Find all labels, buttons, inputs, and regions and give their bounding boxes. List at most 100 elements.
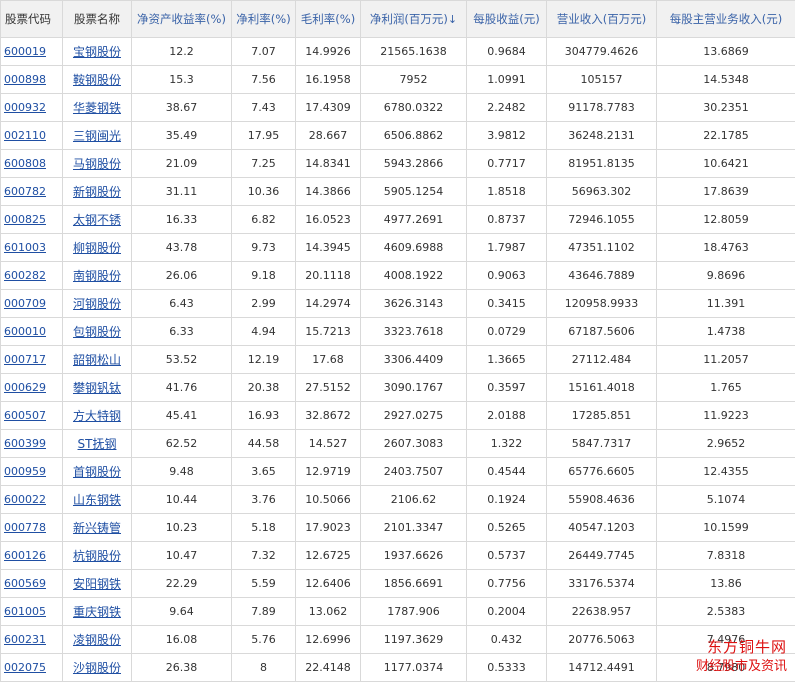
- cell-code: 002110: [1, 122, 63, 150]
- stock-name-link[interactable]: 华菱钢铁: [73, 101, 121, 115]
- stock-code-link[interactable]: 000709: [4, 297, 46, 310]
- stock-name-link[interactable]: 重庆钢铁: [73, 605, 121, 619]
- stock-code-link[interactable]: 600231: [4, 633, 46, 646]
- cell-gross-margin: 15.7213: [296, 318, 361, 346]
- stock-code-link[interactable]: 002110: [4, 129, 46, 142]
- stock-name-link[interactable]: 方大特钢: [73, 409, 121, 423]
- cell-code: 000825: [1, 206, 63, 234]
- stock-name-link[interactable]: ST抚钢: [78, 437, 117, 451]
- stock-name-link[interactable]: 沙钢股份: [73, 661, 121, 675]
- stock-name-link[interactable]: 三钢闽光: [73, 129, 121, 143]
- stock-code-link[interactable]: 600126: [4, 549, 46, 562]
- cell-roe: 15.3: [132, 66, 232, 94]
- stock-code-link[interactable]: 000898: [4, 73, 46, 86]
- stock-name-link[interactable]: 马钢股份: [73, 157, 121, 171]
- cell-gross-margin: 14.8341: [296, 150, 361, 178]
- stock-name-link[interactable]: 杭钢股份: [73, 549, 121, 563]
- table-row: 601005重庆钢铁9.647.8913.0621787.9060.200422…: [1, 598, 795, 626]
- cell-eps: 0.3597: [467, 374, 547, 402]
- stock-name-link[interactable]: 首钢股份: [73, 465, 121, 479]
- cell-code: 600126: [1, 542, 63, 570]
- stock-name-link[interactable]: 柳钢股份: [73, 241, 121, 255]
- stock-name-link[interactable]: 宝钢股份: [73, 45, 121, 59]
- cell-net-profit: 3090.1767: [361, 374, 467, 402]
- cell-name: 鞍钢股份: [63, 66, 132, 94]
- stock-name-link[interactable]: 山东钢铁: [73, 493, 121, 507]
- cell-revenue: 67187.5606: [547, 318, 657, 346]
- stock-name-link[interactable]: 凌钢股份: [73, 633, 121, 647]
- header-net-profit[interactable]: 净利润(百万元)↓: [361, 1, 467, 38]
- cell-rev-per-share: 18.4763: [657, 234, 795, 262]
- stock-code-link[interactable]: 000932: [4, 101, 46, 114]
- cell-net-margin: 5.59: [232, 570, 296, 598]
- cell-net-profit: 1177.0374: [361, 654, 467, 682]
- cell-gross-margin: 14.2974: [296, 290, 361, 318]
- cell-revenue: 81951.8135: [547, 150, 657, 178]
- stock-name-link[interactable]: 安阳钢铁: [73, 577, 121, 591]
- header-rev-per-share[interactable]: 每股主营业务收入(元): [657, 1, 795, 38]
- cell-eps: 1.7987: [467, 234, 547, 262]
- stock-code-link[interactable]: 600569: [4, 577, 46, 590]
- cell-rev-per-share: 13.6869: [657, 38, 795, 66]
- stock-name-link[interactable]: 韶钢松山: [73, 353, 121, 367]
- stock-name-link[interactable]: 新钢股份: [73, 185, 121, 199]
- stock-code-link[interactable]: 600019: [4, 45, 46, 58]
- header-eps[interactable]: 每股收益(元): [467, 1, 547, 38]
- header-net-margin[interactable]: 净利率(%): [232, 1, 296, 38]
- table-row: 601003柳钢股份43.789.7314.39454609.69881.798…: [1, 234, 795, 262]
- header-code[interactable]: 股票代码: [1, 1, 63, 38]
- stock-code-link[interactable]: 000778: [4, 521, 46, 534]
- cell-revenue: 33176.5374: [547, 570, 657, 598]
- cell-net-margin: 9.73: [232, 234, 296, 262]
- stock-code-link[interactable]: 000717: [4, 353, 46, 366]
- cell-net-margin: 7.89: [232, 598, 296, 626]
- stock-code-link[interactable]: 000825: [4, 213, 46, 226]
- stock-code-link[interactable]: 600782: [4, 185, 46, 198]
- table-row: 600010包钢股份6.334.9415.72133323.76180.0729…: [1, 318, 795, 346]
- cell-roe: 21.09: [132, 150, 232, 178]
- stock-code-link[interactable]: 600282: [4, 269, 46, 282]
- header-gross-margin[interactable]: 毛利率(%): [296, 1, 361, 38]
- stock-name-link[interactable]: 新兴铸管: [73, 521, 121, 535]
- cell-gross-margin: 10.5066: [296, 486, 361, 514]
- stock-code-link[interactable]: 600808: [4, 157, 46, 170]
- cell-code: 600019: [1, 38, 63, 66]
- stock-code-link[interactable]: 002075: [4, 661, 46, 674]
- header-name[interactable]: 股票名称: [63, 1, 132, 38]
- stock-code-link[interactable]: 000629: [4, 381, 46, 394]
- cell-revenue: 40547.1203: [547, 514, 657, 542]
- stock-code-link[interactable]: 000959: [4, 465, 46, 478]
- cell-net-margin: 16.93: [232, 402, 296, 430]
- cell-rev-per-share: 11.2057: [657, 346, 795, 374]
- cell-revenue: 20776.5063: [547, 626, 657, 654]
- cell-rev-per-share: 1.765: [657, 374, 795, 402]
- cell-name: 马钢股份: [63, 150, 132, 178]
- stock-name-link[interactable]: 鞍钢股份: [73, 73, 121, 87]
- cell-code: 600282: [1, 262, 63, 290]
- cell-name: 华菱钢铁: [63, 94, 132, 122]
- stock-name-link[interactable]: 太钢不锈: [73, 213, 121, 227]
- stock-code-link[interactable]: 600507: [4, 409, 46, 422]
- stock-name-link[interactable]: 攀钢钒钛: [73, 381, 121, 395]
- table-row: 000709河钢股份6.432.9914.29743626.31430.3415…: [1, 290, 795, 318]
- stock-name-link[interactable]: 包钢股份: [73, 325, 121, 339]
- cell-roe: 53.52: [132, 346, 232, 374]
- cell-net-margin: 5.76: [232, 626, 296, 654]
- table-row: 002110三钢闽光35.4917.9528.6676506.88623.981…: [1, 122, 795, 150]
- header-roe[interactable]: 净资产收益率(%): [132, 1, 232, 38]
- stock-code-link[interactable]: 600399: [4, 437, 46, 450]
- header-revenue[interactable]: 营业收入(百万元): [547, 1, 657, 38]
- stock-code-link[interactable]: 600022: [4, 493, 46, 506]
- stock-name-link[interactable]: 南钢股份: [73, 269, 121, 283]
- stock-name-link[interactable]: 河钢股份: [73, 297, 121, 311]
- cell-name: 安阳钢铁: [63, 570, 132, 598]
- stock-code-link[interactable]: 601003: [4, 241, 46, 254]
- cell-rev-per-share: 12.8059: [657, 206, 795, 234]
- cell-rev-per-share: 12.4355: [657, 458, 795, 486]
- stock-code-link[interactable]: 601005: [4, 605, 46, 618]
- stock-code-link[interactable]: 600010: [4, 325, 46, 338]
- cell-revenue: 120958.9933: [547, 290, 657, 318]
- cell-net-profit: 1856.6691: [361, 570, 467, 598]
- cell-roe: 26.38: [132, 654, 232, 682]
- table-header-row: 股票代码 股票名称 净资产收益率(%) 净利率(%) 毛利率(%) 净利润(百万…: [1, 1, 795, 38]
